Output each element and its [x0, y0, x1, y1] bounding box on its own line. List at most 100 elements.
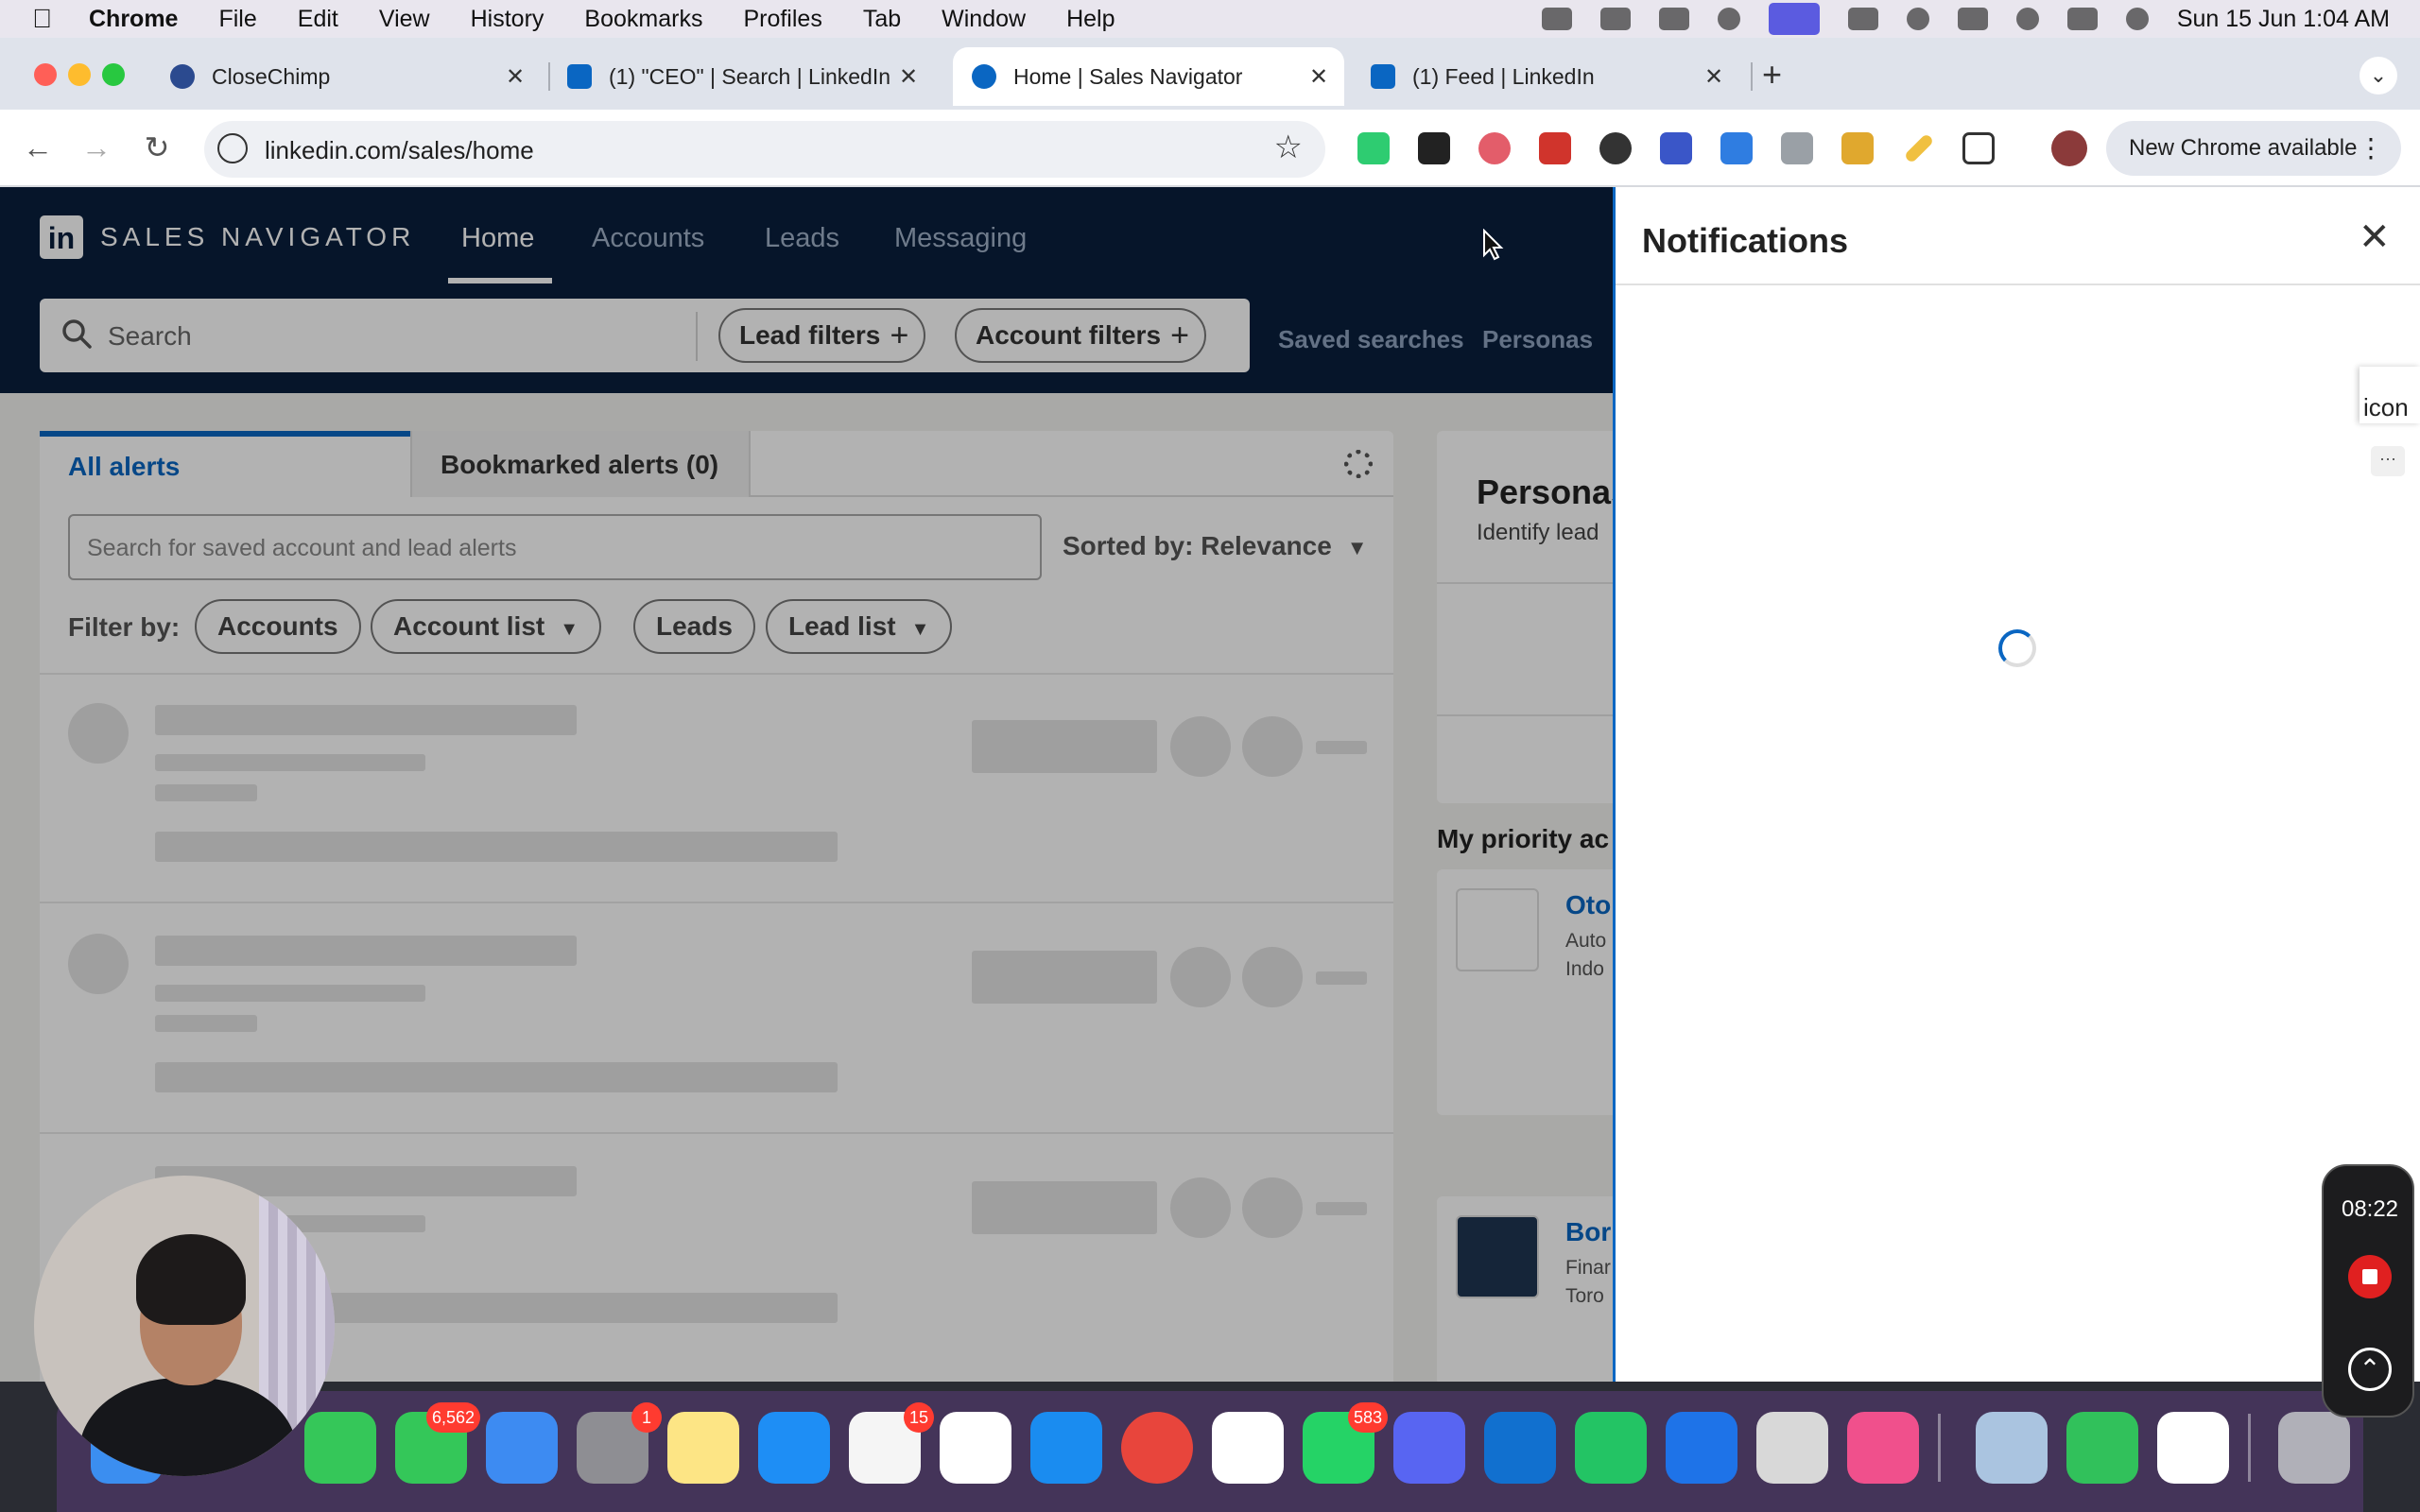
screen-record-icon[interactable]	[1658, 8, 1689, 30]
new-chrome-label: New Chrome available	[2129, 135, 2358, 161]
menu-app-name[interactable]: Chrome	[89, 6, 178, 33]
tab-close-icon[interactable]: ✕	[503, 63, 527, 91]
chrome-menu-icon[interactable]: ⋮	[2358, 132, 2384, 163]
notification-badge: 1	[631, 1402, 662, 1433]
macos-menubar:  Chrome File Edit View History Bookmark…	[0, 0, 2420, 38]
k-app-dock-icon[interactable]	[1575, 1412, 1647, 1484]
numbers-icon[interactable]	[2066, 1412, 2138, 1484]
menu-window[interactable]: Window	[942, 6, 1026, 33]
browser-tab-strip: CloseChimp ✕ (1) "CEO" | Search | Linked…	[0, 38, 2420, 110]
tab-separator	[1751, 62, 1753, 91]
stop-icon	[2362, 1269, 2377, 1284]
slack-icon[interactable]	[1212, 1412, 1284, 1484]
site-settings-icon[interactable]	[217, 133, 248, 163]
address-bar[interactable]: linkedin.com/sales/home ☆	[204, 121, 1325, 178]
safari-icon[interactable]	[1030, 1412, 1102, 1484]
broken-image-icon[interactable]: icon	[2360, 367, 2420, 423]
bookmark-star-icon[interactable]: ☆	[1274, 129, 1303, 166]
whatsapp-icon[interactable]: 583	[1303, 1402, 1388, 1484]
outlook-icon[interactable]	[1484, 1412, 1556, 1484]
new-tab-plus-icon[interactable]: +	[1762, 55, 1782, 94]
window-zoom-button[interactable]	[102, 63, 125, 86]
menu-profiles[interactable]: Profiles	[743, 6, 821, 33]
tab-close-icon[interactable]: ✕	[896, 63, 921, 91]
chatgpt-icon[interactable]	[940, 1412, 1011, 1484]
menu-tab[interactable]: Tab	[863, 6, 901, 33]
notes-icon[interactable]	[667, 1412, 739, 1484]
reminders-icon[interactable]: 15	[849, 1402, 934, 1484]
sales-navigator-page: in SALES NAVIGATOR Home Accounts Leads M…	[0, 187, 2420, 1382]
menu-history[interactable]: History	[471, 6, 544, 33]
trash-icon[interactable]	[2278, 1412, 2350, 1484]
apple-menu-icon[interactable]: 	[32, 4, 60, 34]
close-icon[interactable]: ✕	[2359, 215, 2391, 259]
tab-close-icon[interactable]: ✕	[1306, 63, 1331, 91]
chrome-icon[interactable]	[1121, 1412, 1193, 1484]
s-app-icon[interactable]	[2157, 1412, 2229, 1484]
chevron-up-icon[interactable]: ⌃	[2348, 1348, 2392, 1391]
recording-timer: 08:22	[2341, 1196, 2399, 1222]
tab-title: CloseChimp	[212, 63, 331, 89]
menu-view[interactable]: View	[379, 6, 430, 33]
extension-code-icon[interactable]	[1781, 132, 1813, 164]
spotlight-search-icon[interactable]	[2015, 8, 2039, 30]
menu-file[interactable]: File	[218, 6, 256, 33]
menu-edit[interactable]: Edit	[298, 6, 338, 33]
app-store-icon[interactable]	[758, 1412, 830, 1484]
menu-bookmarks[interactable]: Bookmarks	[584, 6, 702, 33]
siri-icon[interactable]	[2125, 8, 2149, 30]
mail-icon[interactable]	[486, 1412, 558, 1484]
preview-icon[interactable]	[1976, 1412, 2048, 1484]
window-minimize-button[interactable]	[68, 63, 91, 86]
reload-icon[interactable]: ↻	[138, 129, 176, 166]
tab-close-icon[interactable]: ✕	[1702, 63, 1726, 91]
extension-badge-3-icon[interactable]	[1599, 132, 1632, 164]
notifications-title: Notifications	[1642, 221, 1849, 260]
notifications-panel: Notifications ✕	[1613, 187, 2420, 1382]
extension-c-icon[interactable]	[1660, 132, 1692, 164]
tab-closechimp[interactable]: CloseChimp ✕	[157, 47, 541, 106]
messages-icon[interactable]: 6,562	[395, 1402, 480, 1484]
cloud-sync-icon[interactable]	[1599, 8, 1631, 30]
menubar-clock[interactable]: Sun 15 Jun 1:04 AM	[2177, 6, 2390, 33]
back-arrow-icon[interactable]: ←	[19, 129, 57, 166]
tab-search-chevron-icon[interactable]: ⌄	[2360, 57, 2397, 94]
window-close-button[interactable]	[34, 63, 57, 86]
menu-help[interactable]: Help	[1066, 6, 1115, 33]
extensions-puzzle-icon[interactable]	[1962, 132, 1995, 164]
control-center-icon[interactable]	[2066, 8, 2098, 30]
airdrop-icon[interactable]	[1906, 8, 1929, 30]
extension-k-icon[interactable]	[1357, 132, 1390, 164]
forward-arrow-icon[interactable]: →	[78, 129, 115, 166]
menubar-status-area: Sun 15 Jun 1:04 AM	[1541, 0, 2390, 38]
dock-separator	[1938, 1414, 1941, 1482]
screen-mirroring-icon[interactable]	[1768, 3, 1820, 35]
new-chrome-available-button[interactable]: New Chrome available ⋮	[2106, 121, 2401, 176]
feather-icon[interactable]	[1541, 8, 1572, 30]
extension-arrow-icon[interactable]	[1720, 132, 1753, 164]
notification-badge: 6,562	[425, 1402, 480, 1433]
stop-recording-button[interactable]	[2348, 1255, 2392, 1298]
battery-icon[interactable]	[1957, 8, 1988, 30]
bluetooth-icon[interactable]	[1717, 8, 1740, 30]
tab-linkedin-feed[interactable]: (1) Feed | LinkedIn ✕	[1357, 47, 1739, 106]
extension-u-icon[interactable]	[1539, 132, 1571, 164]
k-app-icon[interactable]	[1847, 8, 1878, 30]
iphone-mirroring-icon[interactable]	[1756, 1412, 1828, 1484]
tab-sales-navigator[interactable]: Home | Sales Navigator ✕	[953, 47, 1344, 106]
grid-dots-icon[interactable]: ⋯	[2371, 446, 2405, 476]
cleanmymac-icon[interactable]	[1847, 1412, 1919, 1484]
sales-navigator-icon	[972, 64, 996, 89]
extension-grid-icon[interactable]	[1841, 132, 1874, 164]
tab-title: (1) "CEO" | Search | LinkedIn	[609, 63, 891, 89]
webcam-overlay[interactable]	[34, 1176, 335, 1476]
address-bar-url[interactable]: linkedin.com/sales/home	[265, 136, 534, 165]
notification-badge: 15	[903, 1402, 934, 1433]
tab-linkedin-search[interactable]: (1) "CEO" | Search | LinkedIn ✕	[554, 47, 934, 106]
system-settings-icon[interactable]: 1	[577, 1402, 662, 1484]
extension-dots-icon[interactable]	[1478, 132, 1511, 164]
profile-avatar[interactable]	[2051, 130, 2087, 166]
discord-icon[interactable]	[1393, 1412, 1465, 1484]
docs-icon[interactable]	[1666, 1412, 1737, 1484]
extension-fx-icon[interactable]	[1418, 132, 1450, 164]
